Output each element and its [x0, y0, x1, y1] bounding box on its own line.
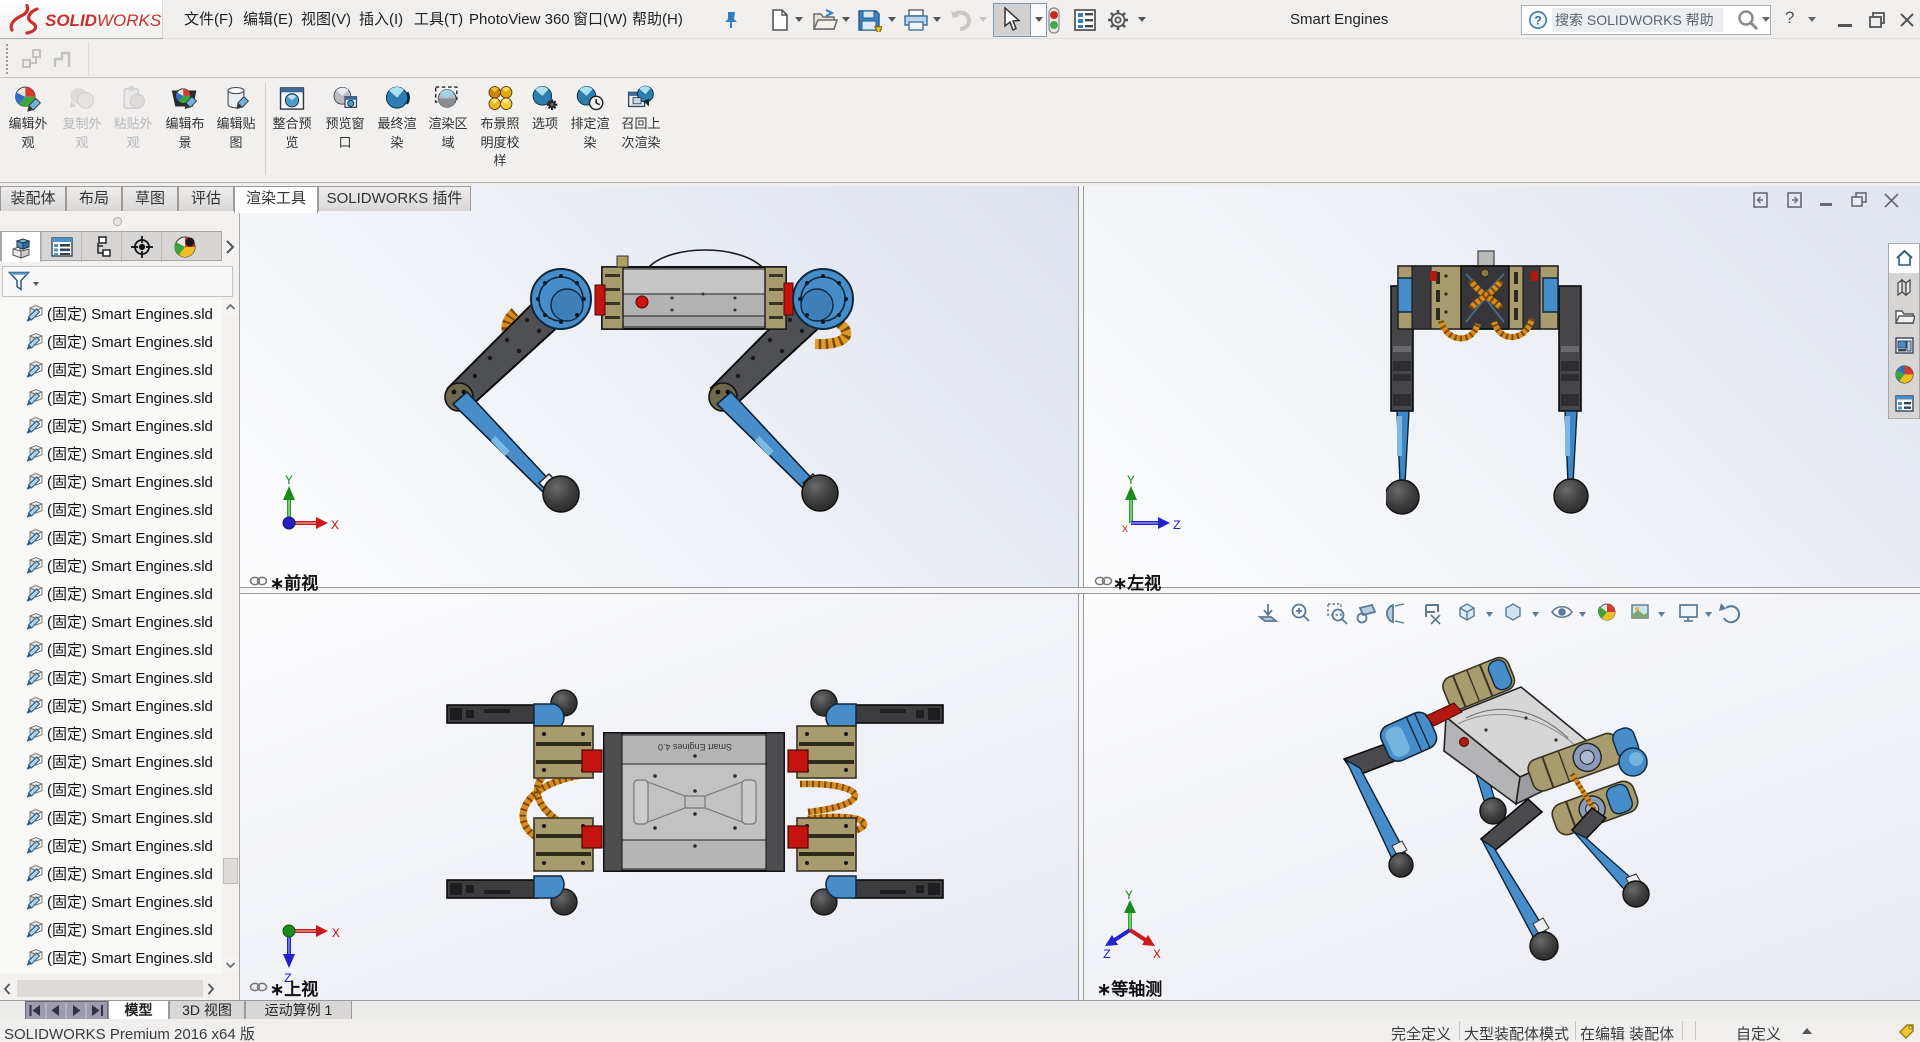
svg-text:?: ?: [1534, 14, 1541, 28]
svg-text:X: X: [1122, 525, 1128, 536]
svg-text:Y: Y: [1125, 888, 1133, 903]
svg-text:X: X: [332, 926, 340, 941]
svg-text:X: X: [1153, 947, 1161, 962]
svg-text:Z: Z: [1173, 518, 1181, 533]
svg-text:X: X: [331, 518, 339, 533]
svg-text:Y: Y: [285, 473, 293, 488]
svg-text:Y: Y: [1127, 473, 1135, 488]
svg-text:SOLIDWORKS: SOLIDWORKS: [45, 11, 162, 30]
svg-text:Smart Engines 4.0: Smart Engines 4.0: [658, 742, 732, 752]
svg-text:Z: Z: [1103, 947, 1111, 962]
